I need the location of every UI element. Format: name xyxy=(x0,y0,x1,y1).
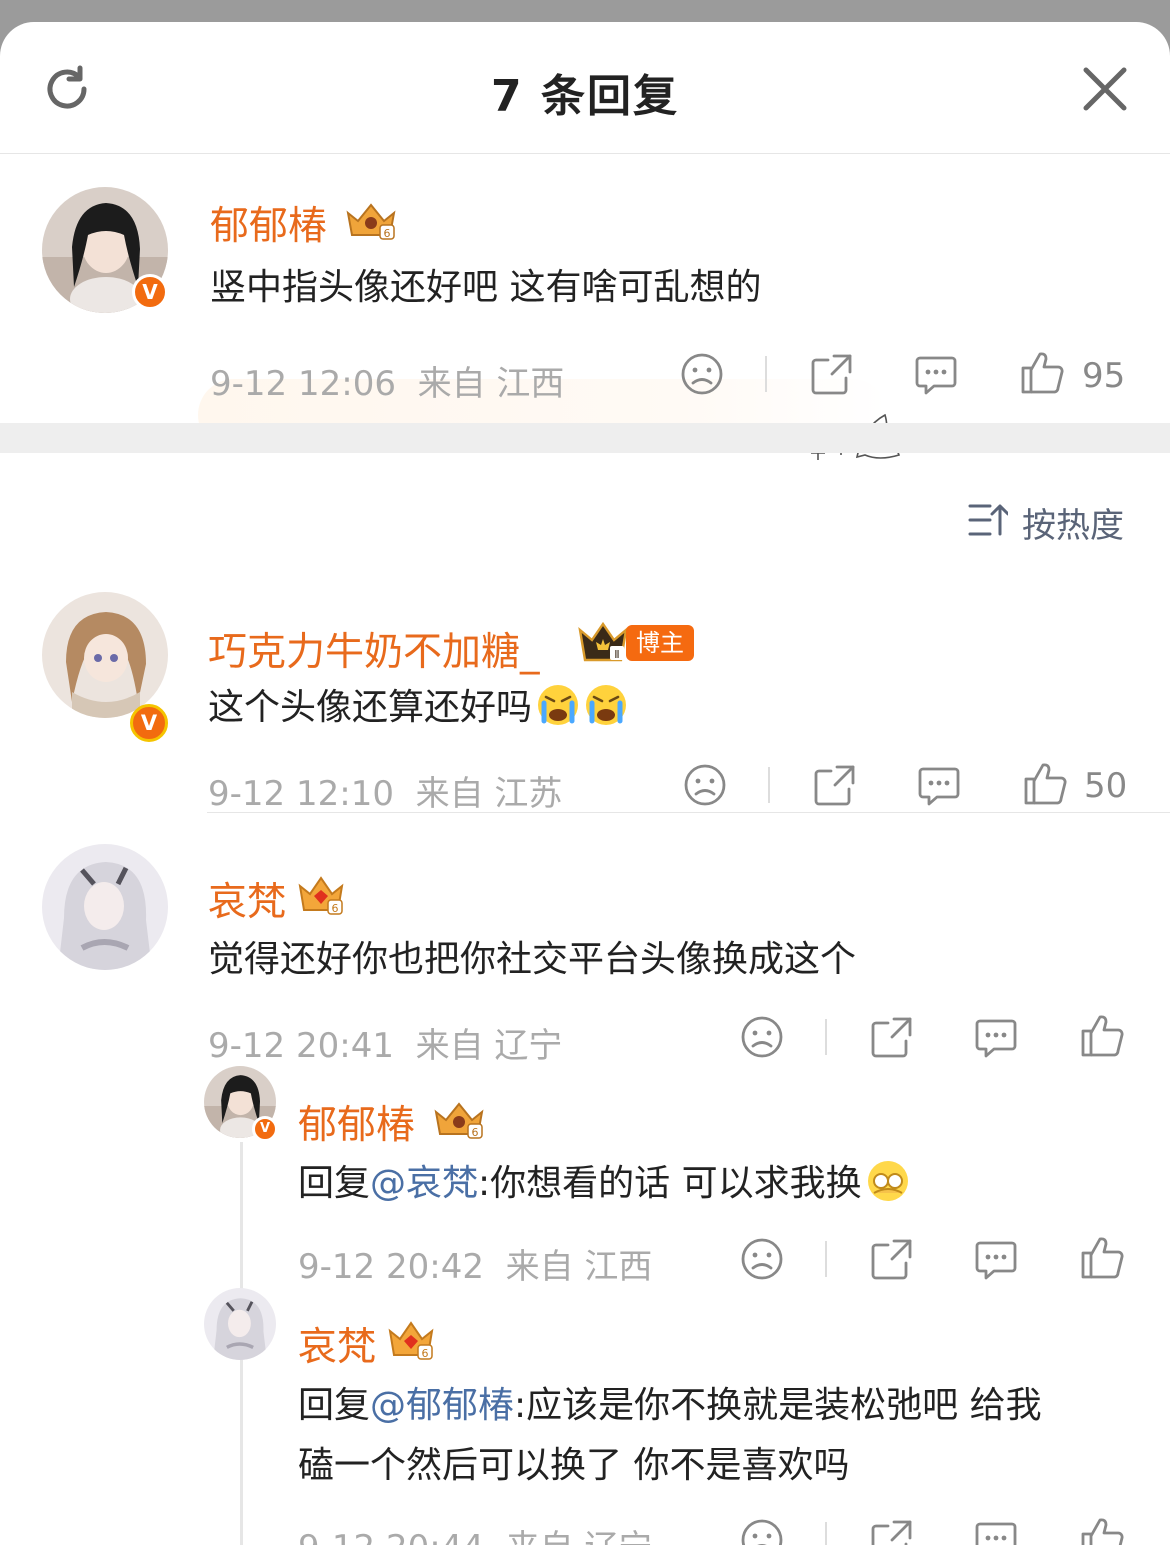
verified-icon: V xyxy=(130,704,168,742)
like-count: 95 xyxy=(1082,356,1126,396)
blogger-badge: 博主 xyxy=(626,625,694,661)
dislike-icon[interactable] xyxy=(678,350,726,398)
section-gap xyxy=(0,423,1170,453)
comment-text: 这个头像还算还好吗 xyxy=(208,678,628,738)
username[interactable]: 哀梵 xyxy=(208,871,286,927)
timestamp: 9-12 20:42 来自 江西 xyxy=(298,1247,653,1287)
timestamp: 9-12 12:06 来自 江西 xyxy=(210,364,565,404)
comment-icon[interactable] xyxy=(915,761,963,809)
action-separator xyxy=(768,767,770,803)
username[interactable]: 郁郁椿 xyxy=(210,195,327,251)
crying-emoji-icon xyxy=(586,685,627,725)
reply-text: 回复@哀梵:你想看的话 可以求我换 xyxy=(298,1154,910,1214)
username[interactable]: 巧克力牛奶不加糖_ xyxy=(208,621,540,677)
dislike-icon[interactable] xyxy=(681,761,729,809)
action-separator xyxy=(765,356,767,392)
dislike-icon[interactable] xyxy=(738,1516,786,1545)
action-separator xyxy=(825,1522,827,1545)
crown-icon: Ⅱ xyxy=(578,621,628,662)
comment-icon[interactable] xyxy=(972,1235,1020,1283)
timestamp: 9-12 20:41 来自 辽宁 xyxy=(208,1026,563,1066)
crying-emoji-icon xyxy=(538,685,579,725)
reply-sheet: 7 条回复 V 郁郁椿 6 竖中指头像还好吧 这有啥可乱想的 9-12 12:0… xyxy=(0,22,1170,1545)
svg-text:6: 6 xyxy=(422,1347,429,1360)
comment-item: 哀梵 6 觉得还好你也把你社交平台头像换成这个 9-12 20:41 来自 辽宁 xyxy=(0,838,1170,1066)
sheet-header: 7 条回复 xyxy=(0,22,1170,154)
dislike-icon[interactable] xyxy=(738,1235,786,1283)
covering-face-emoji-icon xyxy=(867,1161,908,1201)
root-comment: V 郁郁椿 6 竖中指头像还好吧 这有啥可乱想的 9-12 12:06 来自 江… xyxy=(0,153,1170,460)
comment-text: 觉得还好你也把你社交平台头像换成这个 xyxy=(208,939,857,980)
svg-text:6: 6 xyxy=(384,227,391,240)
like-icon[interactable] xyxy=(1078,1514,1126,1545)
sort-icon xyxy=(968,504,1008,536)
like-count: 50 xyxy=(1084,766,1128,806)
mention-link[interactable]: @郁郁椿 xyxy=(370,1385,514,1426)
crown-icon: 6 xyxy=(388,1321,434,1360)
comment-icon[interactable] xyxy=(972,1516,1020,1545)
crown-icon: 6 xyxy=(346,203,396,240)
comment-icon[interactable] xyxy=(972,1013,1020,1061)
crown-icon: 6 xyxy=(298,876,344,915)
crown-icon: 6 xyxy=(434,1102,484,1139)
share-icon[interactable] xyxy=(811,761,859,809)
svg-text:6: 6 xyxy=(472,1126,479,1139)
username[interactable]: 哀梵 xyxy=(298,1316,376,1372)
svg-text:Ⅱ: Ⅱ xyxy=(614,648,619,661)
timestamp: 9-12 12:10 来自 江苏 xyxy=(208,774,563,814)
like-icon[interactable] xyxy=(1078,1233,1126,1281)
reply-text: 回复@郁郁椿:应该是你不换就是装松弛吧 给我 xyxy=(298,1385,1042,1426)
comment-icon[interactable] xyxy=(912,350,960,398)
dislike-icon[interactable] xyxy=(738,1013,786,1061)
avatar[interactable] xyxy=(204,1288,276,1360)
username[interactable]: 郁郁椿 xyxy=(298,1094,415,1150)
verified-icon: V xyxy=(252,1116,278,1142)
verified-icon: V xyxy=(132,274,168,310)
like-icon[interactable] xyxy=(1018,348,1066,396)
comment-text: 竖中指头像还好吧 这有啥可乱想的 xyxy=(210,267,762,308)
share-icon[interactable] xyxy=(808,350,856,398)
mention-link[interactable]: @哀梵 xyxy=(370,1163,478,1204)
share-icon[interactable] xyxy=(868,1235,916,1283)
avatar[interactable] xyxy=(42,844,168,970)
like-icon[interactable] xyxy=(1078,1011,1126,1059)
share-icon[interactable] xyxy=(868,1516,916,1545)
reply-item: V 郁郁椿 6 回复@哀梵:你想看的话 可以求我换 9-12 20:42 来自 … xyxy=(0,1062,1170,1287)
comment-item: V 巧克力牛奶不加糖_ Ⅱ 博主 这个头像还算还好吗 9-12 12:10 来自… xyxy=(0,588,1170,814)
like-icon[interactable] xyxy=(1021,759,1069,807)
comment-divider xyxy=(207,812,1170,813)
share-icon[interactable] xyxy=(868,1013,916,1061)
action-separator xyxy=(825,1241,827,1277)
sheet-title: 7 条回复 xyxy=(491,71,679,122)
timestamp: 9-12 20:44 来自 辽宁 xyxy=(298,1520,652,1545)
reply-text-line2: 磕一个然后可以换了 你不是喜欢吗 xyxy=(298,1445,850,1486)
close-icon[interactable] xyxy=(1078,62,1132,116)
avatar[interactable] xyxy=(42,592,168,718)
action-separator xyxy=(825,1019,827,1055)
reply-item: 哀梵 6 回复@郁郁椿:应该是你不换就是装松弛吧 给我 磕一个然后可以换了 你不… xyxy=(0,1284,1170,1545)
sort-label: 按热度 xyxy=(1022,506,1124,546)
svg-text:6: 6 xyxy=(332,902,339,915)
